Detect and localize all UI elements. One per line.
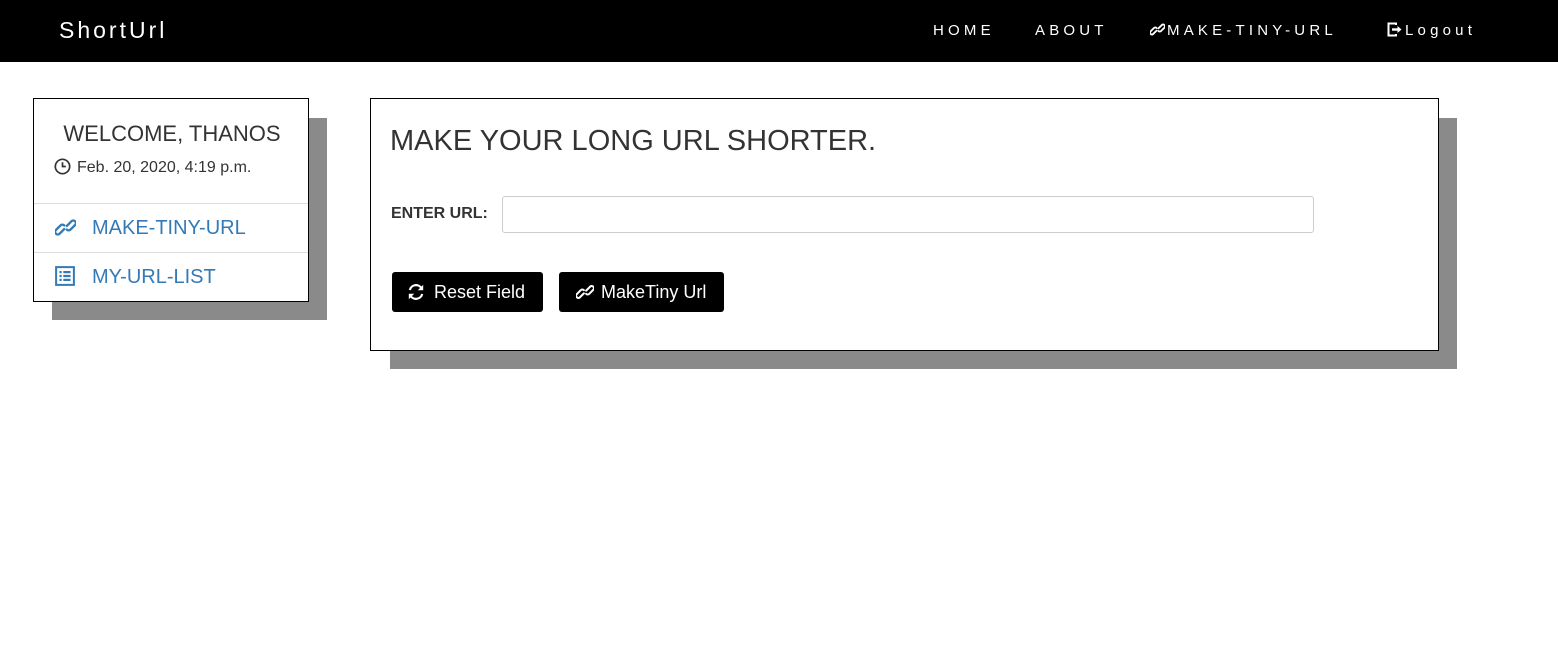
make-tiny-url-button[interactable]: MakeTiny Url [559, 272, 724, 312]
page-title: MAKE YOUR LONG URL SHORTER. [390, 125, 877, 157]
sidebar-item-label: MY-URL-LIST [92, 266, 216, 288]
nav-logout-label: Logout [1405, 22, 1477, 39]
link-icon [576, 285, 594, 299]
reset-field-button[interactable]: Reset Field [392, 272, 543, 312]
url-field-label: ENTER URL: [391, 205, 488, 222]
welcome-text: WELCOME, THANOS [63, 121, 281, 146]
sidebar-item-make-tiny-url[interactable]: MAKE-TINY-URL [34, 203, 308, 251]
main-panel: MAKE YOUR LONG URL SHORTER. ENTER URL: R… [370, 98, 1439, 351]
nav-logout-link[interactable]: Logout [1387, 22, 1476, 40]
nav-make-tiny-url-link[interactable]: MAKE-TINY-URL [1150, 22, 1337, 40]
refresh-icon [408, 284, 424, 300]
reset-field-label: Reset Field [434, 282, 526, 302]
logout-icon [1387, 22, 1402, 37]
nav-about-link[interactable]: ABOUT [1035, 22, 1108, 40]
list-icon [55, 266, 75, 286]
link-icon [55, 219, 76, 236]
current-datetime: Feb. 20, 2020, 4:19 p.m. [54, 158, 251, 178]
nav-home-link[interactable]: HOME [933, 22, 995, 40]
make-tiny-url-label: MakeTiny Url [601, 282, 707, 302]
sidebar-panel: WELCOME, THANOS Feb. 20, 2020, 4:19 p.m.… [33, 98, 309, 302]
nav-make-tiny-url-label: MAKE-TINY-URL [1167, 22, 1337, 39]
clock-icon [54, 158, 71, 175]
sidebar-item-my-url-list[interactable]: MY-URL-LIST [34, 252, 308, 300]
brand-logo[interactable]: ShortUrl [59, 16, 167, 44]
top-navbar: ShortUrl HOME ABOUT MAKE-TINY-URL Logout [0, 0, 1558, 62]
link-icon [1150, 23, 1165, 36]
datetime-text: Feb. 20, 2020, 4:19 p.m. [77, 159, 252, 176]
url-input[interactable] [502, 196, 1314, 233]
sidebar-item-label: MAKE-TINY-URL [92, 217, 246, 239]
